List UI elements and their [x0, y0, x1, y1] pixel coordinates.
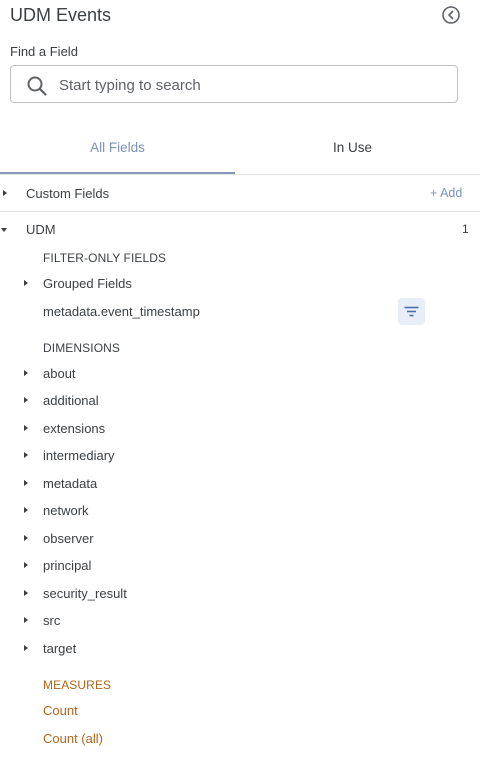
collapse-panel-button[interactable] — [441, 5, 461, 25]
udm-count-badge: 1 — [462, 222, 469, 236]
dimension-expand-icon[interactable] — [24, 645, 28, 651]
panel-title: UDM Events — [10, 5, 112, 25]
dimension-expand-icon[interactable] — [24, 480, 28, 486]
measure-item-count-all[interactable]: Count (all) — [43, 731, 103, 746]
dimension-item-network[interactable]: network — [43, 503, 89, 518]
udm-collapse-icon[interactable] — [1, 228, 7, 232]
filter-button[interactable] — [398, 298, 425, 325]
dimension-expand-icon[interactable] — [24, 562, 28, 568]
search-box[interactable] — [10, 65, 458, 103]
dimension-expand-icon[interactable] — [24, 617, 28, 623]
custom-fields-expand-icon[interactable] — [3, 190, 7, 196]
grouped-fields-expand-icon[interactable] — [24, 280, 28, 286]
dimension-expand-icon[interactable] — [24, 370, 28, 376]
dimension-item-intermediary[interactable]: intermediary — [43, 448, 115, 463]
measure-item-count[interactable]: Count — [43, 703, 78, 718]
tab-divider — [0, 174, 480, 175]
dimension-item-target[interactable]: target — [43, 641, 76, 656]
filter-icon — [404, 306, 419, 317]
dimension-expand-icon[interactable] — [24, 590, 28, 596]
dimension-expand-icon[interactable] — [24, 507, 28, 513]
dimension-item-about[interactable]: about — [43, 366, 76, 381]
dimension-item-observer[interactable]: observer — [43, 531, 94, 546]
grouped-fields-item[interactable]: Grouped Fields — [43, 276, 132, 291]
dimension-item-src[interactable]: src — [43, 613, 60, 628]
dimension-item-additional[interactable]: additional — [43, 393, 99, 408]
search-icon — [27, 76, 47, 96]
add-custom-field-button[interactable]: + Add — [430, 186, 462, 200]
tab-in-use[interactable]: In Use — [235, 132, 470, 174]
row-divider — [0, 211, 480, 212]
search-input[interactable] — [59, 73, 439, 97]
search-label: Find a Field — [10, 44, 78, 59]
dimension-item-principal[interactable]: principal — [43, 558, 91, 573]
event-timestamp-field[interactable]: metadata.event_timestamp — [43, 304, 200, 319]
dimension-item-extensions[interactable]: extensions — [43, 421, 105, 436]
filter-only-heading: FILTER-ONLY FIELDS — [43, 251, 167, 265]
measures-heading: MEASURES — [43, 678, 112, 692]
dimension-expand-icon[interactable] — [24, 535, 28, 541]
chevron-left-circle-icon — [442, 6, 460, 24]
dimension-expand-icon[interactable] — [24, 425, 28, 431]
dimension-expand-icon[interactable] — [24, 452, 28, 458]
dimension-expand-icon[interactable] — [24, 397, 28, 403]
custom-fields-label[interactable]: Custom Fields — [26, 186, 109, 201]
tab-all-fields[interactable]: All Fields — [0, 132, 235, 174]
dimension-item-metadata[interactable]: metadata — [43, 476, 97, 491]
udm-label[interactable]: UDM — [26, 222, 56, 237]
dimension-item-security-result[interactable]: security_result — [43, 586, 127, 601]
dimensions-heading: DIMENSIONS — [43, 341, 121, 355]
